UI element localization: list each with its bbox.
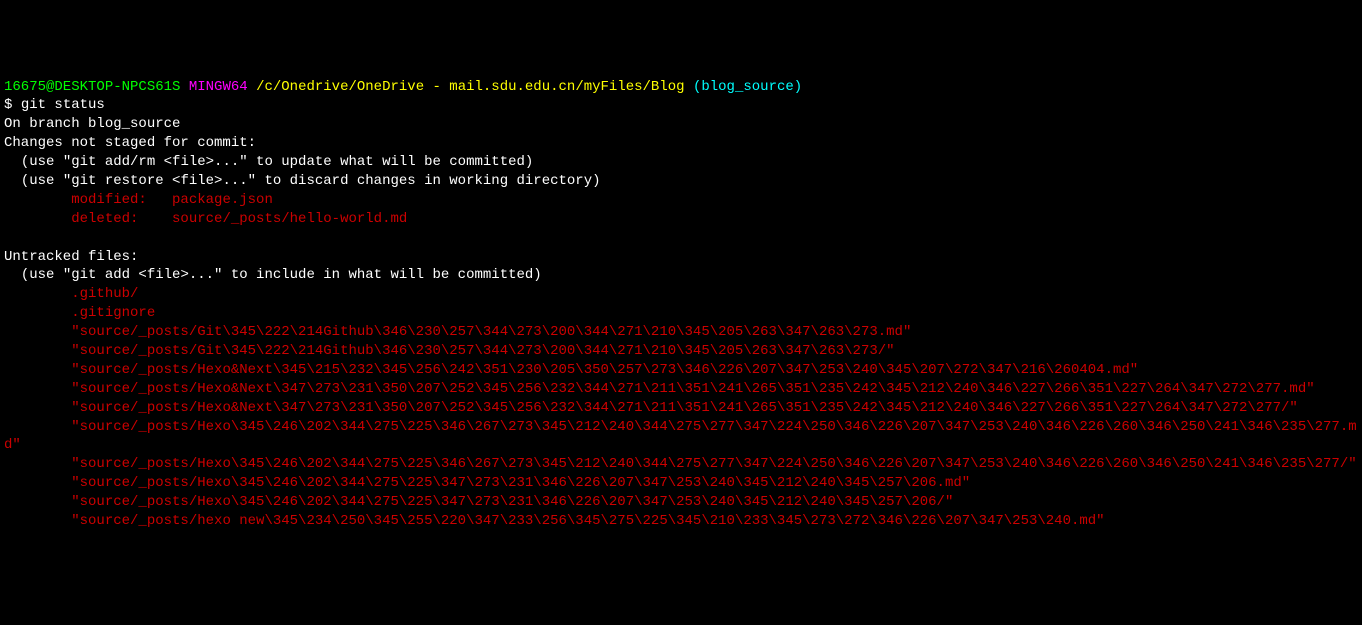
blank-line <box>4 229 1358 248</box>
prompt-system: MINGW64 <box>189 79 248 95</box>
modified-file: modified: package.json <box>4 191 1358 210</box>
prompt-path: /c/Onedrive/OneDrive - mail.sdu.edu.cn/m… <box>256 79 684 95</box>
terminal-output[interactable]: 16675@DESKTOP-NPCS61S MINGW64 /c/Onedriv… <box>4 78 1358 531</box>
untracked-hint: (use "git add <file>..." to include in w… <box>4 266 1358 285</box>
untracked-file: "source/_posts/Git\345\222\214Github\346… <box>4 342 1358 361</box>
untracked-file: "source/_posts/Hexo&Next\347\273\231\350… <box>4 399 1358 418</box>
untracked-file: "source/_posts/Hexo\345\246\202\344\275\… <box>4 474 1358 493</box>
git-command: git status <box>21 97 105 113</box>
branch-info: On branch blog_source <box>4 115 1358 134</box>
untracked-file: "source/_posts/hexo new\345\234\250\345\… <box>4 512 1358 531</box>
untracked-file: .gitignore <box>4 304 1358 323</box>
prompt-user: 16675@DESKTOP-NPCS61S <box>4 79 180 95</box>
command-line: $ git status <box>4 96 1358 115</box>
changes-header: Changes not staged for commit: <box>4 134 1358 153</box>
untracked-file: .github/ <box>4 285 1358 304</box>
hint-restore: (use "git restore <file>..." to discard … <box>4 172 1358 191</box>
untracked-file: "source/_posts/Hexo\345\246\202\344\275\… <box>4 418 1358 456</box>
untracked-file: "source/_posts/Hexo&Next\347\273\231\350… <box>4 380 1358 399</box>
untracked-file: "source/_posts/Git\345\222\214Github\346… <box>4 323 1358 342</box>
untracked-header: Untracked files: <box>4 248 1358 267</box>
hint-add: (use "git add/rm <file>..." to update wh… <box>4 153 1358 172</box>
prompt-dollar: $ <box>4 97 12 113</box>
deleted-file: deleted: source/_posts/hello-world.md <box>4 210 1358 229</box>
untracked-file: "source/_posts/Hexo\345\246\202\344\275\… <box>4 455 1358 474</box>
prompt-line: 16675@DESKTOP-NPCS61S MINGW64 /c/Onedriv… <box>4 78 1358 97</box>
prompt-branch: (blog_source) <box>693 79 802 95</box>
untracked-file: "source/_posts/Hexo&Next\345\215\232\345… <box>4 361 1358 380</box>
untracked-file: "source/_posts/Hexo\345\246\202\344\275\… <box>4 493 1358 512</box>
